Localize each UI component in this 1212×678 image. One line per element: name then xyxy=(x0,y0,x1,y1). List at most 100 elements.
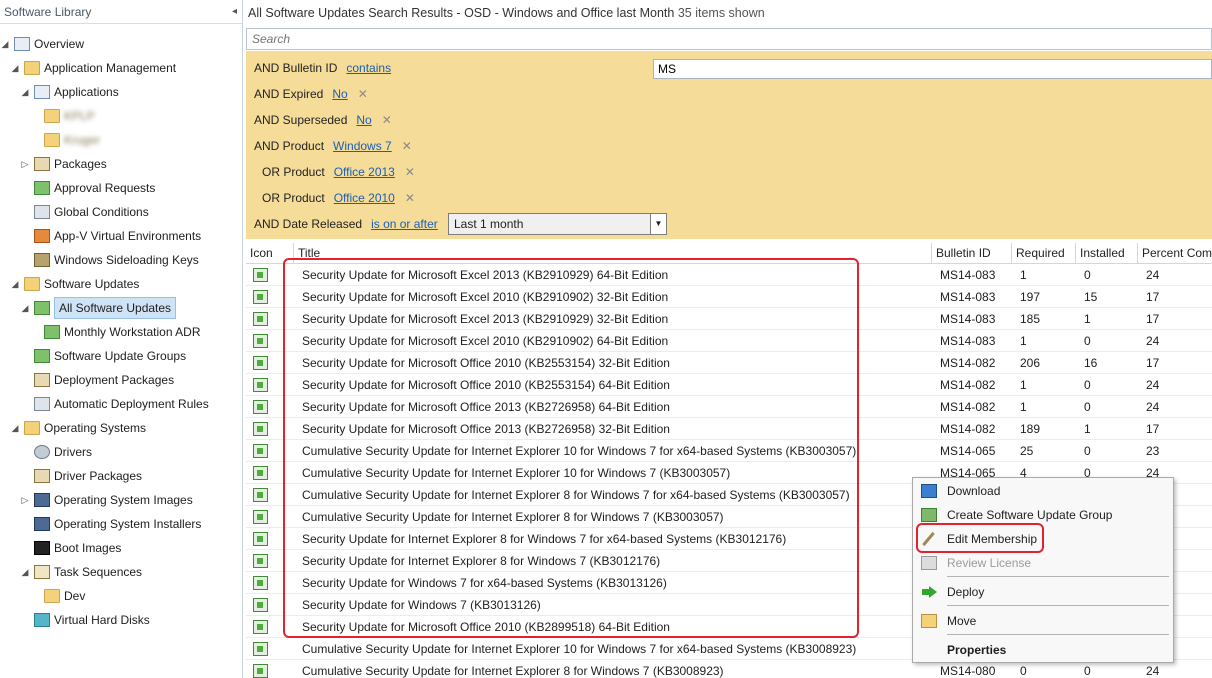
criteria-value-link[interactable]: No xyxy=(356,110,371,130)
software-update-icon xyxy=(253,598,268,612)
nav-item-applications[interactable]: ◢ Applications xyxy=(0,81,240,103)
menu-item-edit-membership[interactable]: Edit Membership xyxy=(913,528,1173,550)
column-header-required[interactable]: Required xyxy=(1012,243,1076,264)
table-row[interactable]: Security Update for Microsoft Office 201… xyxy=(246,374,1212,396)
nav-item-windows-sideloading-keys[interactable]: Windows Sideloading Keys xyxy=(0,249,240,271)
nav-item-dev[interactable]: Dev xyxy=(0,585,240,607)
date-released-select[interactable]: Last 1 month ▼ xyxy=(448,213,667,235)
expand-toggle-icon[interactable]: ◢ xyxy=(20,297,30,319)
nav-item-kruger[interactable]: Kruger xyxy=(0,129,240,151)
table-row[interactable]: Security Update for Microsoft Excel 2010… xyxy=(246,330,1212,352)
nav-item-operating-system-installers[interactable]: Operating System Installers xyxy=(0,513,240,535)
nav-item-packages[interactable]: ▷ Packages xyxy=(0,153,240,175)
cell-title: Cumulative Security Update for Internet … xyxy=(302,510,724,524)
nav-header: Software Library ◂ xyxy=(0,0,242,24)
dropdown-arrow-icon[interactable]: ▼ xyxy=(650,214,666,234)
nav-item-boot-images[interactable]: Boot Images xyxy=(0,537,240,559)
column-header-icon[interactable]: Icon xyxy=(246,243,294,264)
table-row[interactable]: Security Update for Microsoft Excel 2013… xyxy=(246,264,1212,286)
expand-toggle-icon[interactable]: ◢ xyxy=(10,417,20,439)
collapse-pane-icon[interactable]: ◂ xyxy=(232,0,237,24)
cell-percent: 23 xyxy=(1146,444,1160,458)
expand-toggle-icon[interactable]: ▷ xyxy=(20,153,30,175)
expand-toggle-icon[interactable]: ◢ xyxy=(20,561,30,583)
criteria-value-link[interactable]: Windows 7 xyxy=(333,136,392,156)
expand-toggle-icon[interactable]: ◢ xyxy=(0,33,10,55)
software-update-icon xyxy=(253,334,268,348)
cell-bulletin: MS14-082 xyxy=(940,356,996,370)
cell-title: Cumulative Security Update for Internet … xyxy=(302,444,857,458)
software-update-icon xyxy=(253,466,268,480)
nav-item-all-software-updates[interactable]: ◢ All Software Updates xyxy=(0,297,240,319)
cell-installed: 1 xyxy=(1084,312,1091,326)
folder-icon xyxy=(24,277,40,291)
table-row[interactable]: Security Update for Microsoft Office 201… xyxy=(246,352,1212,374)
navigation-pane: Software Library ◂ ◢ Overview ◢ Application… xyxy=(0,0,243,678)
cell-percent: 17 xyxy=(1146,312,1160,326)
menu-item-properties[interactable]: Properties xyxy=(913,639,1173,661)
remove-criteria-icon[interactable]: ✕ xyxy=(402,136,412,156)
nav-item-label: Applications xyxy=(54,85,119,99)
table-row[interactable]: Security Update for Microsoft Excel 2013… xyxy=(246,308,1212,330)
column-header-installed[interactable]: Installed xyxy=(1076,243,1138,264)
nav-item-app-v-virtual-environments[interactable]: App-V Virtual Environments xyxy=(0,225,240,247)
nav-item-deployment-packages[interactable]: Deployment Packages xyxy=(0,369,240,391)
menu-item-deploy[interactable]: Deploy xyxy=(913,581,1173,603)
criteria-value-link[interactable]: Office 2010 xyxy=(334,188,395,208)
expand-toggle-icon[interactable]: ◢ xyxy=(20,81,30,103)
nav-item-overview[interactable]: ◢ Overview xyxy=(0,33,240,55)
nav-item-global-conditions[interactable]: Global Conditions xyxy=(0,201,240,223)
nav-item-driver-packages[interactable]: Driver Packages xyxy=(0,465,240,487)
menu-item-create-software-update-group[interactable]: Create Software Update Group xyxy=(913,504,1173,526)
table-row[interactable]: Security Update for Microsoft Office 201… xyxy=(246,396,1212,418)
criteria-value-link[interactable]: is on or after xyxy=(371,214,438,234)
results-title: All Software Updates Search Results - OS… xyxy=(248,6,675,20)
nav-item-automatic-deployment-rules[interactable]: Automatic Deployment Rules xyxy=(0,393,240,415)
expand-toggle-icon[interactable]: ▷ xyxy=(20,489,30,511)
search-input[interactable] xyxy=(247,29,1211,49)
menu-item-label: Deploy xyxy=(947,585,985,599)
nav-item-approval-requests[interactable]: Approval Requests xyxy=(0,177,240,199)
software-update-icon xyxy=(34,301,50,315)
nav-item-monthly-workstation-adr[interactable]: Monthly Workstation ADR xyxy=(0,321,240,343)
expand-toggle-icon[interactable]: ◢ xyxy=(10,273,20,295)
menu-item-move[interactable]: Move xyxy=(913,610,1173,632)
cell-title: Security Update for Microsoft Excel 2010… xyxy=(302,290,669,304)
column-header-bulletin-id[interactable]: Bulletin ID xyxy=(932,243,1012,264)
column-header-percent-compliant[interactable]: Percent Compliant xyxy=(1138,243,1212,264)
nav-item-operating-system-images[interactable]: ▷ Operating System Images xyxy=(0,489,240,511)
cell-percent: 24 xyxy=(1146,378,1160,392)
nav-item-software-update-groups[interactable]: Software Update Groups xyxy=(0,345,240,367)
criteria-value-link[interactable]: No xyxy=(332,84,347,104)
nav-item-task-sequences[interactable]: ◢ Task Sequences xyxy=(0,561,240,583)
criteria-value-link[interactable]: Office 2013 xyxy=(334,162,395,182)
remove-criteria-icon[interactable]: ✕ xyxy=(382,110,392,130)
column-header-title[interactable]: Title xyxy=(294,243,932,264)
package-icon xyxy=(34,157,50,171)
vhd-icon xyxy=(34,613,50,627)
table-row[interactable]: Cumulative Security Update for Internet … xyxy=(246,440,1212,462)
nav-item-application-management[interactable]: ◢ Application Management xyxy=(0,57,240,79)
folder-icon xyxy=(24,61,40,75)
nav-item-drivers[interactable]: Drivers xyxy=(0,441,240,463)
menu-item-label: Create Software Update Group xyxy=(947,508,1113,522)
nav-item-software-updates[interactable]: ◢ Software Updates xyxy=(0,273,240,295)
nav-item-virtual-hard-disks[interactable]: Virtual Hard Disks xyxy=(0,609,240,631)
remove-criteria-icon[interactable]: ✕ xyxy=(405,188,415,208)
cell-required: 25 xyxy=(1020,444,1034,458)
software-update-icon xyxy=(253,620,268,634)
nav-item-operating-systems[interactable]: ◢ Operating Systems xyxy=(0,417,240,439)
remove-criteria-icon[interactable]: ✕ xyxy=(358,84,368,104)
cell-required: 206 xyxy=(1020,356,1041,370)
remove-criteria-icon[interactable]: ✕ xyxy=(405,162,415,182)
nav-item-kplp[interactable]: KPLP xyxy=(0,105,240,127)
criteria-value-link[interactable]: contains xyxy=(346,58,391,78)
cell-required: 1 xyxy=(1020,400,1027,414)
criteria-operator: AND Superseded xyxy=(254,113,348,127)
criteria-operator: AND Bulletin ID xyxy=(254,61,338,75)
menu-item-download[interactable]: Download xyxy=(913,480,1173,502)
bulletin-id-value-input[interactable] xyxy=(653,59,1212,79)
table-row[interactable]: Security Update for Microsoft Excel 2010… xyxy=(246,286,1212,308)
expand-toggle-icon[interactable]: ◢ xyxy=(10,57,20,79)
table-row[interactable]: Security Update for Microsoft Office 201… xyxy=(246,418,1212,440)
